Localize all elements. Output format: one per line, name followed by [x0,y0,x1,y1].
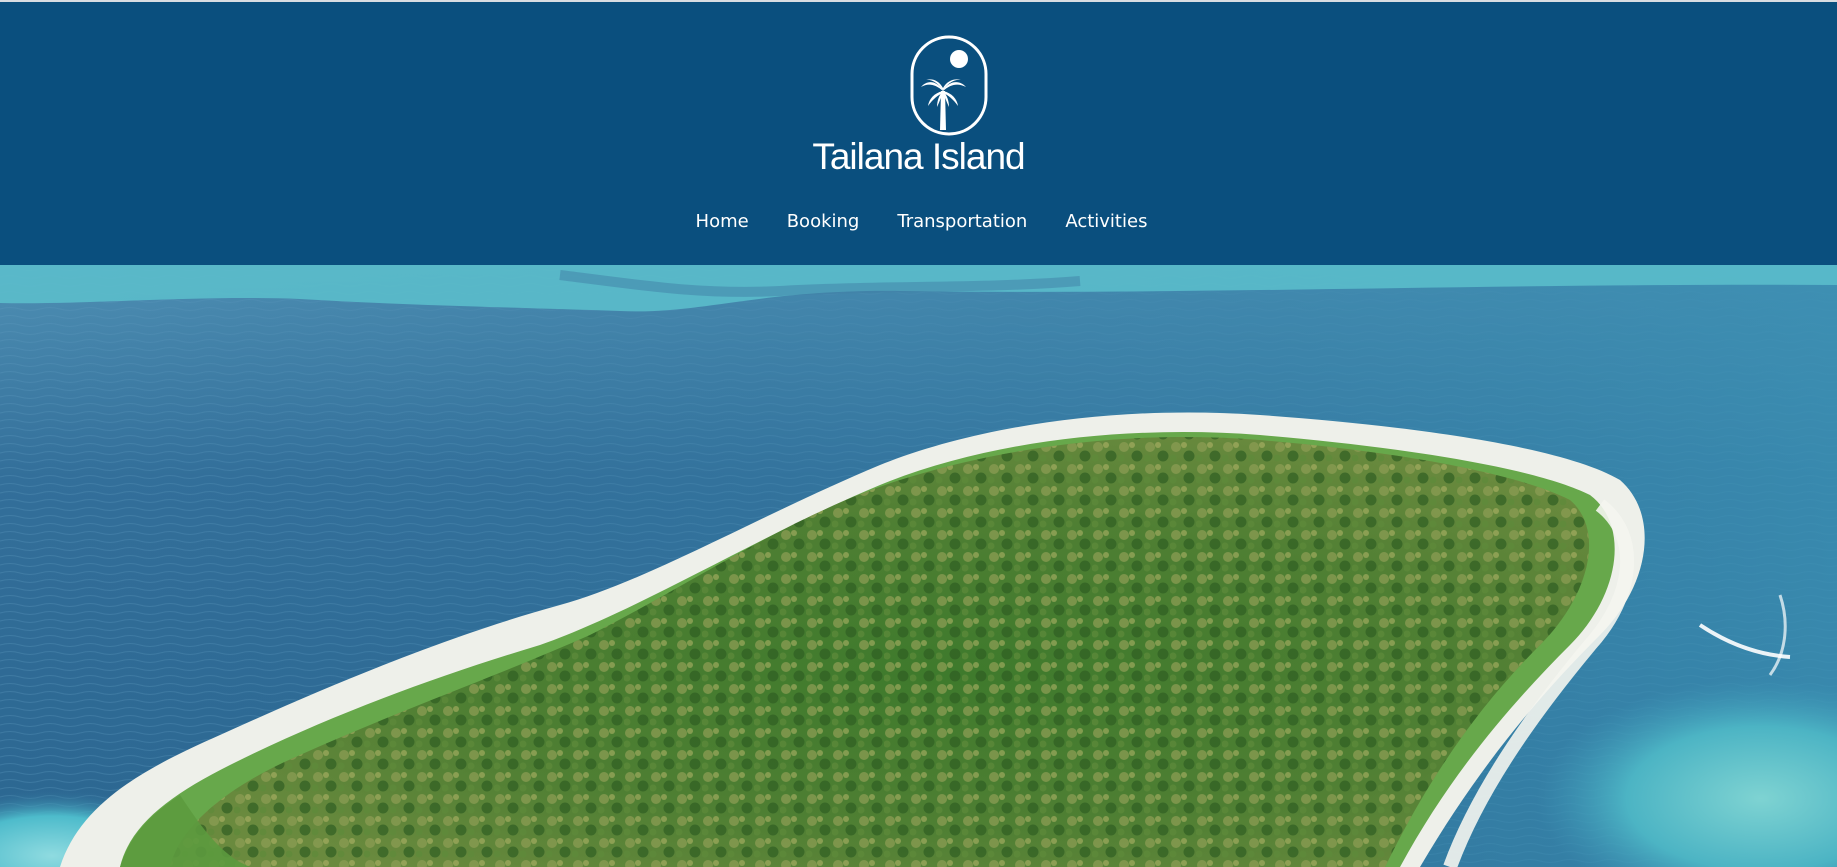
site-header: Tailana Island Home Booking Transportati… [0,2,1837,265]
nav-link-booking[interactable]: Booking [787,204,860,240]
brand[interactable]: Tailana Island [0,2,1837,182]
palm-tree-sun-icon [910,35,988,136]
hero-section [0,265,1837,867]
hero-island-image [0,265,1837,867]
nav-link-activities[interactable]: Activities [1065,204,1147,240]
page: Tailana Island Home Booking Transportati… [0,0,1837,867]
nav-link-home[interactable]: Home [696,204,749,240]
site-title: Tailana Island [812,136,1025,177]
nav-link-transportation[interactable]: Transportation [897,204,1027,240]
main-nav: Home Booking Transportation Activities [0,204,1837,240]
